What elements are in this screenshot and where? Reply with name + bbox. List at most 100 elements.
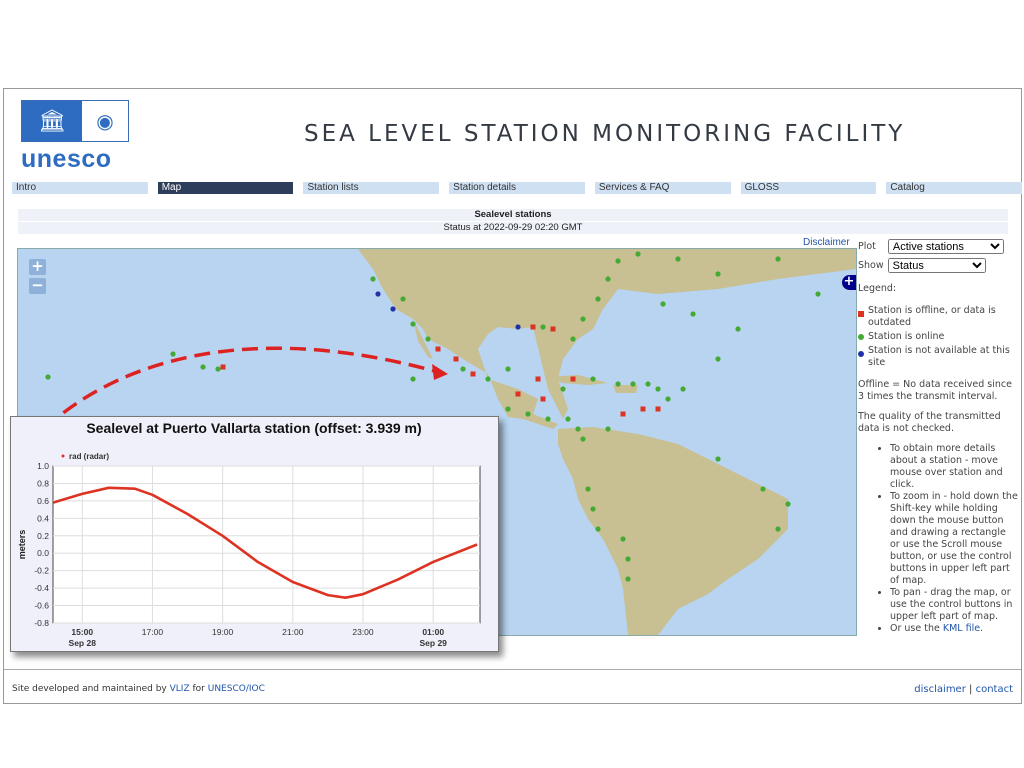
tab-intro[interactable]: Intro <box>12 182 148 194</box>
sealevel-chart: Sealevel at Puerto Vallarta station (off… <box>17 420 481 648</box>
station-marker-online <box>505 406 511 412</box>
station-marker-offline <box>453 356 459 362</box>
x-tick-date: Sep 29 <box>420 638 448 648</box>
status-time: Status at 2022-09-29 02:20 GMT <box>18 222 1008 234</box>
tips-list: To obtain more details about a station -… <box>858 443 1018 635</box>
y-tick-label: -0.4 <box>34 583 49 593</box>
station-marker-unavailable <box>515 324 521 330</box>
kml-file-link[interactable]: KML file <box>943 623 980 634</box>
station-marker-offline <box>655 406 661 412</box>
footer-links: disclaimer | contact <box>914 684 1013 695</box>
side-panel: Plot Active stations Show Status Legend:… <box>858 239 1018 635</box>
station-marker-online <box>590 376 596 382</box>
plot-select[interactable]: Active stations <box>887 239 1004 254</box>
legend-title: Legend: <box>858 283 897 294</box>
zoom-out-button[interactable]: − <box>29 278 46 294</box>
vliz-link[interactable]: VLIZ <box>170 684 190 694</box>
legend-label: rad (radar) <box>69 452 109 461</box>
y-tick-label: 1.0 <box>37 461 49 471</box>
logo-text: unesco <box>21 145 112 173</box>
x-tick-label: 01:00 <box>422 627 444 637</box>
legend-item-online: Station is online <box>858 331 1018 343</box>
station-marker-online <box>580 436 586 442</box>
ioc-emblem-icon: ◉ <box>82 101 128 141</box>
station-marker-online <box>645 381 651 387</box>
tab-gloss[interactable]: GLOSS <box>740 182 877 194</box>
station-marker-offline <box>530 324 536 330</box>
station-marker-online <box>545 416 551 422</box>
station-marker-online <box>560 386 566 392</box>
footer: Site developed and maintained by VLIZ fo… <box>4 669 1021 695</box>
tab-station-details[interactable]: Station details <box>449 182 585 194</box>
station-marker-online <box>590 506 596 512</box>
station-marker-online <box>615 381 621 387</box>
station-marker-online <box>715 356 721 362</box>
temple-icon: 🏛 <box>22 101 82 141</box>
y-axis-label: meters <box>17 530 27 560</box>
station-marker-online <box>170 351 176 357</box>
station-marker-online <box>605 276 611 282</box>
tip-item: To obtain more details about a station -… <box>890 443 1018 491</box>
station-marker-online <box>370 276 376 282</box>
station-marker-offline <box>220 364 226 370</box>
tip-item: To zoom in - hold down the Shift-key whi… <box>890 491 1018 587</box>
station-marker-online <box>785 501 791 507</box>
unesco-logo[interactable]: 🏛 ◉ unesco <box>21 100 129 174</box>
station-marker-online <box>540 324 546 330</box>
station-marker-online <box>410 376 416 382</box>
station-marker-online <box>505 366 511 372</box>
tab-catalog[interactable]: Catalog <box>886 182 1023 194</box>
offline-note: Offline = No data received since 3 times… <box>858 379 1012 402</box>
x-tick-date: Sep 28 <box>69 638 97 648</box>
y-tick-label: -0.2 <box>34 566 49 576</box>
zoom-in-button[interactable]: + <box>29 259 46 275</box>
station-marker-online <box>575 426 581 432</box>
station-marker-online <box>675 256 681 262</box>
station-marker-online <box>565 416 571 422</box>
tip-item: To pan - drag the map, or use the contro… <box>890 587 1018 623</box>
station-marker-online <box>410 321 416 327</box>
x-tick-label: 21:00 <box>282 627 304 637</box>
station-marker-online <box>200 364 206 370</box>
station-marker-online <box>760 486 766 492</box>
contact-link[interactable]: contact <box>976 684 1013 695</box>
station-marker-offline <box>620 411 626 417</box>
station-marker-online <box>630 381 636 387</box>
legend-item-offline: Station is offline, or data is outdated <box>858 305 1018 329</box>
blue-dot-icon <box>858 351 864 357</box>
station-marker-online <box>660 301 666 307</box>
station-marker-online <box>715 456 721 462</box>
green-dot-icon <box>858 334 864 340</box>
footer-disclaimer-link[interactable]: disclaimer <box>914 684 966 695</box>
tab-map[interactable]: Map <box>157 182 294 194</box>
layer-switcher-button[interactable]: + <box>842 275 856 290</box>
station-marker-online <box>775 256 781 262</box>
station-marker-online <box>595 296 601 302</box>
station-marker-offline <box>535 376 541 382</box>
disclaimer-link[interactable]: Disclaimer <box>803 237 850 248</box>
station-marker-online <box>665 396 671 402</box>
station-marker-online <box>580 316 586 322</box>
y-tick-label: 0.6 <box>37 496 49 506</box>
unesco-ioc-link[interactable]: UNESCO/IOC <box>208 684 265 694</box>
station-marker-offline <box>515 391 521 397</box>
page-title: SEA LEVEL STATION MONITORING FACILITY <box>304 121 906 147</box>
red-square-icon <box>858 311 864 317</box>
tab-station-lists[interactable]: Station lists <box>303 182 440 194</box>
station-marker-online <box>595 526 601 532</box>
station-marker-offline <box>540 396 546 402</box>
plot-area <box>52 465 481 624</box>
main-nav: Intro Map Station lists Station details … <box>12 182 1023 194</box>
station-marker-online <box>775 526 781 532</box>
station-marker-unavailable <box>375 291 381 297</box>
tip-item: Or use the KML file. <box>890 623 1018 635</box>
show-select[interactable]: Status <box>887 258 986 273</box>
station-marker-online <box>690 311 696 317</box>
station-marker-online <box>715 271 721 277</box>
x-tick-label: 23:00 <box>352 627 374 637</box>
station-marker-online <box>625 576 631 582</box>
station-marker-online <box>615 258 621 264</box>
legend-marker <box>61 454 65 458</box>
tab-services-faq[interactable]: Services & FAQ <box>594 182 731 194</box>
station-marker-online <box>655 386 661 392</box>
